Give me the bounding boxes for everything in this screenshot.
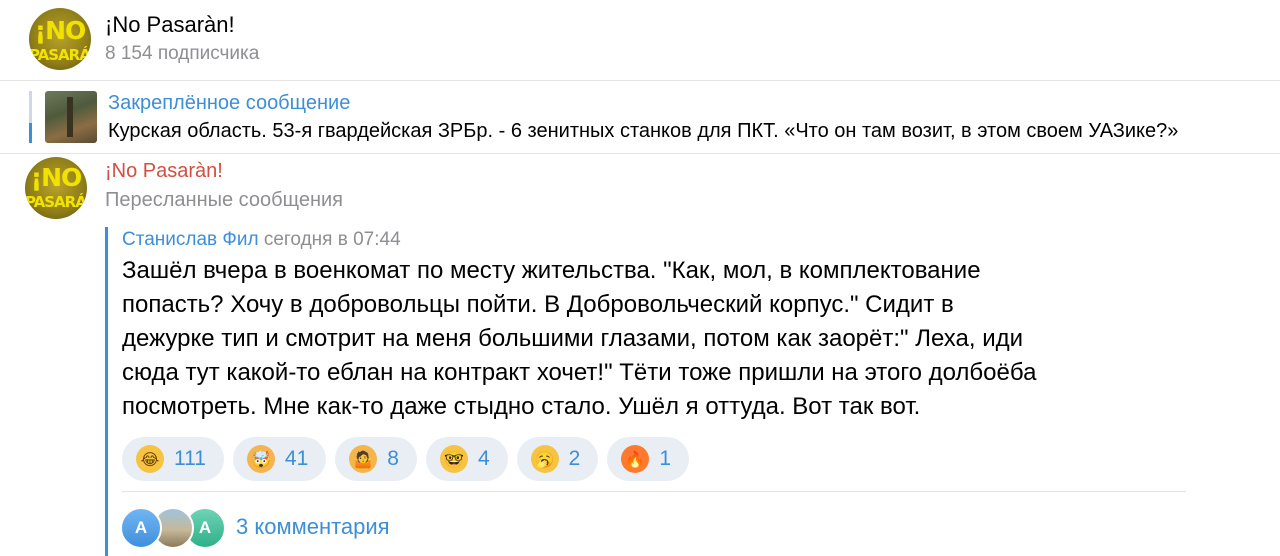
avatar-logo-subtext: PASARÁN [25, 193, 87, 211]
reaction-count: 1 [659, 447, 672, 470]
avatar-logo-subtext: PASARÁN [29, 46, 91, 64]
forward-timestamp: сегодня в 07:44 [263, 229, 401, 250]
post-author-name[interactable]: ¡No Pasaràn! [105, 160, 223, 183]
reaction-count: 4 [477, 447, 490, 470]
person-shrugging-emoji-icon: 🤷 [349, 445, 378, 473]
pinned-message-text: Курская область. 53-я гвардейская ЗРБр. … [108, 120, 1179, 142]
forward-sender-name[interactable]: Станислав Фил [122, 229, 259, 250]
reaction-button[interactable]: 🥱 2 [516, 437, 599, 481]
pinned-indicator-active [29, 123, 32, 143]
reaction-count: 111 [174, 447, 206, 470]
pinned-message-label: Закреплённое сообщение [108, 92, 351, 114]
channel-title[interactable]: ¡No Pasaràn! [105, 12, 235, 38]
subscriber-count: 8 154 подписчика [105, 43, 260, 64]
forward-header: Станислав Фил сегодня в 07:44 [122, 229, 401, 251]
reaction-button[interactable]: 🤷 8 [335, 437, 417, 481]
pinned-message-bar[interactable]: Закреплённое сообщение Курская область. … [0, 81, 1280, 154]
yawning-face-emoji-icon: 🥱 [530, 445, 559, 473]
commenter-avatars[interactable]: A A [120, 507, 230, 549]
reaction-button[interactable]: 😂 111 [122, 437, 224, 481]
reaction-button[interactable]: 🤓 4 [425, 437, 508, 481]
forwarded-messages-label: Пересланные сообщения [105, 189, 344, 211]
exploding-head-emoji-icon: 🤯 [246, 445, 275, 473]
forward-quote-bar [105, 227, 108, 556]
reaction-count: 8 [387, 447, 399, 470]
fire-emoji-icon: 🔥 [621, 445, 650, 473]
reactions-row: 😂 111 🤯 41 🤷 8 🤓 4 🥱 2 🔥 1 [122, 437, 690, 481]
channel-avatar[interactable]: ¡NO PASARÁN [29, 8, 91, 70]
nerd-face-emoji-icon: 🤓 [439, 445, 468, 473]
avatar-logo-text: ¡NO [34, 16, 87, 45]
reaction-count: 41 [284, 447, 309, 470]
comments-divider [122, 491, 1186, 492]
pinned-message-thumbnail [45, 91, 97, 143]
avatar-logo-text: ¡NO [30, 163, 83, 192]
comments-link[interactable]: 3 комментария [236, 514, 390, 540]
commenter-avatar: A [120, 507, 162, 549]
reaction-button[interactable]: 🔥 1 [607, 437, 690, 481]
channel-header[interactable]: ¡NO PASARÁN ¡No Pasaràn! 8 154 подписчик… [0, 0, 1280, 81]
rolling-on-floor-laughing-emoji-icon: 😂 [136, 445, 164, 473]
post-author-avatar[interactable]: ¡NO PASARÁN [25, 157, 87, 219]
reaction-button[interactable]: 🤯 41 [232, 437, 327, 481]
message-text: Зашёл вчера в военкомат по месту жительс… [122, 257, 1037, 420]
reaction-count: 2 [568, 447, 581, 470]
